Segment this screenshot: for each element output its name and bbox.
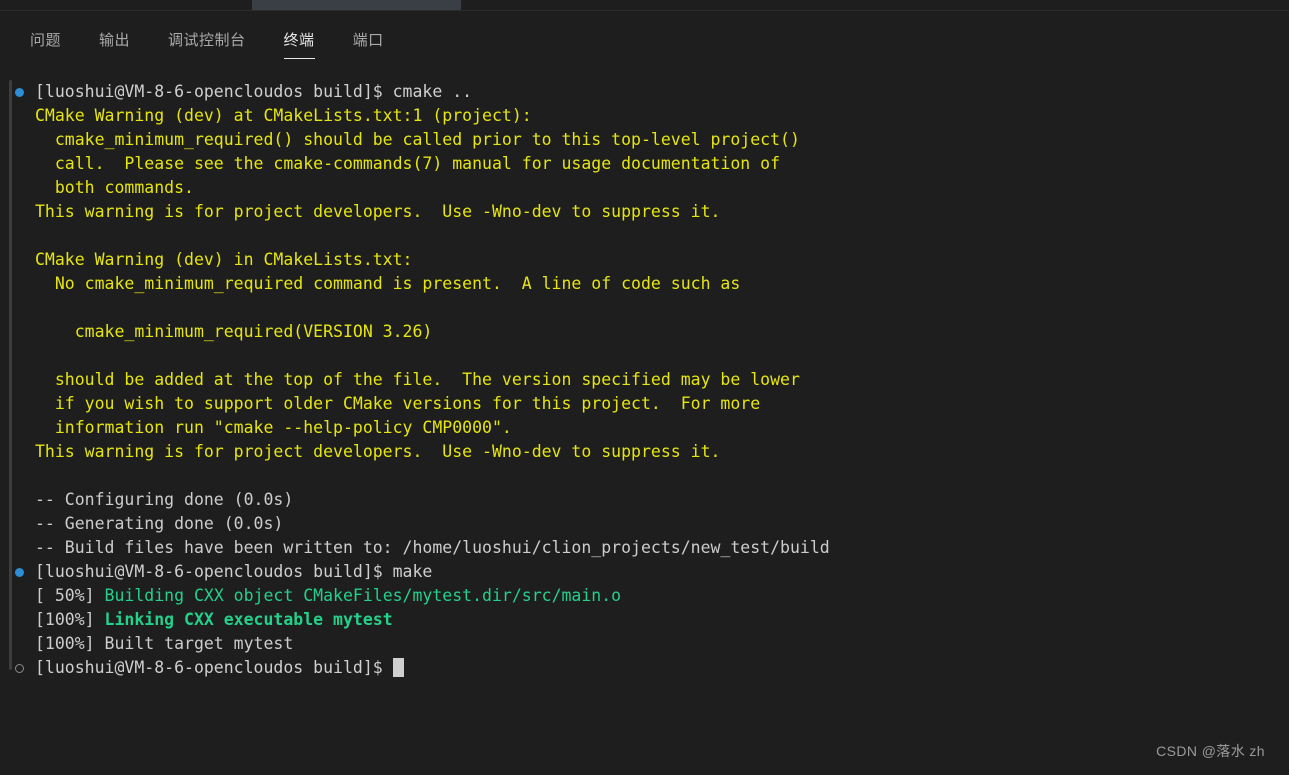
panel-tab-bar: 问题 输出 调试控制台 终端 端口 (0, 11, 1289, 59)
terminal-text-segment: -- Generating done (0.0s) (35, 514, 284, 533)
terminal-line: No cmake_minimum_required command is pre… (0, 272, 1289, 296)
terminal-line: -- Configuring done (0.0s) (0, 488, 1289, 512)
terminal-text-segment: -- Build files have been written to: /ho… (35, 538, 830, 557)
terminal-text-segment: Linking CXX executable mytest (104, 610, 393, 629)
terminal-line: CMake Warning (dev) at CMakeLists.txt:1 … (0, 104, 1289, 128)
terminal-line: both commands. (0, 176, 1289, 200)
terminal-line: [ 50%] Building CXX object CMakeFiles/my… (0, 584, 1289, 608)
command-marker-icon (15, 568, 24, 577)
editor-tab-strip (0, 0, 1289, 11)
terminal-text-segment: This warning is for project developers. … (35, 202, 721, 221)
terminal-text-segment: cmake_minimum_required(VERSION 3.26) (35, 322, 433, 341)
terminal-text-segment: [luoshui@VM-8-6-opencloudos build]$ (35, 658, 393, 677)
terminal-line: [luoshui@VM-8-6-opencloudos build]$ cmak… (0, 80, 1289, 104)
panel-tab-4[interactable]: 端口 (353, 31, 384, 59)
terminal-text-segment: No cmake_minimum_required command is pre… (35, 274, 741, 293)
panel-tab-2[interactable]: 调试控制台 (168, 31, 246, 59)
terminal-line: [luoshui@VM-8-6-opencloudos build]$ make (0, 560, 1289, 584)
terminal-text-segment: both commands. (35, 178, 194, 197)
terminal-line: This warning is for project developers. … (0, 200, 1289, 224)
command-marker-icon (15, 88, 24, 97)
terminal-line: call. Please see the cmake-commands(7) m… (0, 152, 1289, 176)
terminal-text-segment: [luoshui@VM-8-6-opencloudos build]$ cmak… (35, 82, 473, 101)
terminal-text-segment: if you wish to support older CMake versi… (35, 394, 761, 413)
terminal-line: [100%] Built target mytest (0, 632, 1289, 656)
terminal-line: cmake_minimum_required() should be calle… (0, 128, 1289, 152)
terminal-text-segment: CMake Warning (dev) at CMakeLists.txt:1 … (35, 106, 532, 125)
terminal-cursor (392, 658, 404, 677)
terminal-line: cmake_minimum_required(VERSION 3.26) (0, 320, 1289, 344)
terminal-text-segment: This warning is for project developers. … (35, 442, 721, 461)
terminal-text-segment: should be added at the top of the file. … (35, 370, 800, 389)
terminal-text-segment: CMake Warning (dev) in CMakeLists.txt: (35, 250, 413, 269)
terminal-line: [luoshui@VM-8-6-opencloudos build]$ (0, 656, 1289, 680)
terminal-line: should be added at the top of the file. … (0, 368, 1289, 392)
panel-tab-1[interactable]: 输出 (99, 31, 130, 59)
terminal-line: This warning is for project developers. … (0, 440, 1289, 464)
terminal-window: 问题 输出 调试控制台 终端 端口 [luoshui@VM-8-6-opencloudo… (0, 0, 1289, 775)
terminal-line-list: [luoshui@VM-8-6-opencloudos build]$ cmak… (0, 80, 1289, 680)
terminal-line: information run "cmake --help-policy CMP… (0, 416, 1289, 440)
csdn-watermark: CSDN @落水 zh (1156, 743, 1265, 759)
terminal-text-segment: call. Please see the cmake-commands(7) m… (35, 154, 781, 173)
panel-tab-0[interactable]: 问题 (30, 31, 61, 59)
terminal-line: -- Build files have been written to: /ho… (0, 536, 1289, 560)
terminal-text-segment: [100%] Built target mytest (35, 634, 294, 653)
terminal-text-segment: [ 50%] (35, 586, 105, 605)
terminal-output-pane[interactable]: [luoshui@VM-8-6-opencloudos build]$ cmak… (0, 66, 1289, 775)
terminal-line: if you wish to support older CMake versi… (0, 392, 1289, 416)
command-marker-idle-icon (15, 664, 24, 673)
terminal-text-segment: cmake_minimum_required() should be calle… (35, 130, 800, 149)
terminal-line: [100%] Linking CXX executable mytest (0, 608, 1289, 632)
terminal-text-segment: [luoshui@VM-8-6-opencloudos build]$ make (35, 562, 433, 581)
terminal-text-segment: information run "cmake --help-policy CMP… (35, 418, 512, 437)
terminal-line: -- Generating done (0.0s) (0, 512, 1289, 536)
terminal-text-segment: -- Configuring done (0.0s) (35, 490, 294, 509)
terminal-line: CMake Warning (dev) in CMakeLists.txt: (0, 248, 1289, 272)
panel-tab-3[interactable]: 终端 (283, 31, 315, 59)
terminal-text-segment: [100%] (35, 610, 105, 629)
terminal-text-segment: Building CXX object CMakeFiles/mytest.di… (104, 586, 622, 605)
